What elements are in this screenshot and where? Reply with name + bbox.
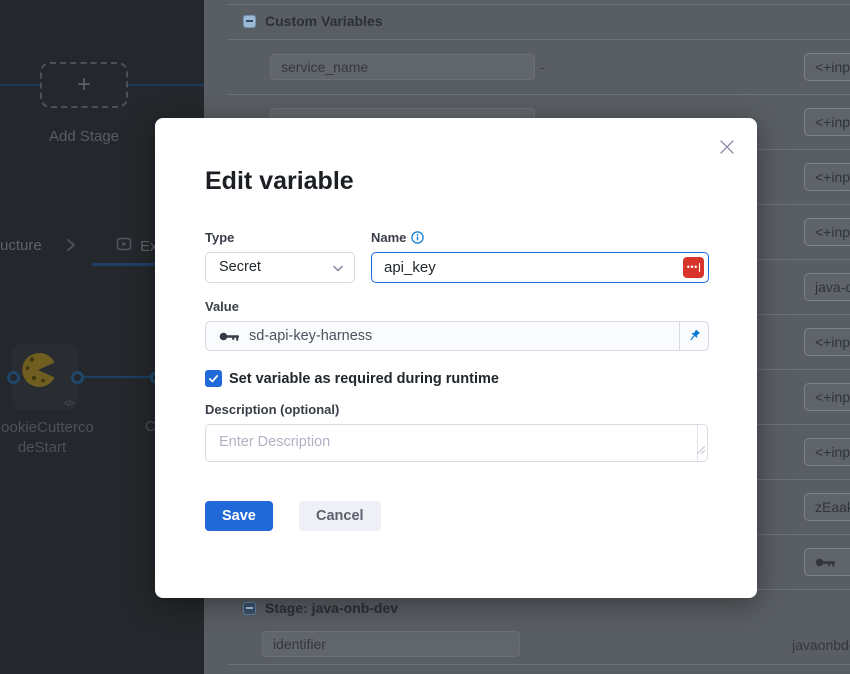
secret-value-text: sd-api-key-harness: [249, 328, 679, 344]
add-stage-button[interactable]: +: [40, 62, 128, 108]
close-icon[interactable]: [719, 139, 735, 155]
code-icon: </>: [64, 399, 74, 408]
type-select[interactable]: Secret: [205, 252, 355, 283]
description-field-wrap: [205, 424, 708, 462]
fixed-value-icon[interactable]: •••: [683, 257, 704, 278]
description-label: Description (optional): [205, 402, 339, 417]
checkbox-check-icon: [208, 373, 219, 384]
variable-value-input[interactable]: <+inp: [804, 218, 850, 246]
breadcrumb[interactable]: ucture: [0, 237, 42, 254]
type-label: Type: [205, 230, 234, 245]
edit-variable-dialog: Edit variable Type Name Secret ••• Value: [155, 118, 757, 598]
variable-value-input[interactable]: <+inp: [804, 328, 850, 356]
variable-value-input[interactable]: <+inp: [804, 163, 850, 191]
type-select-value: Secret: [219, 259, 261, 275]
save-button[interactable]: Save: [205, 501, 273, 531]
execution-tab-icon: [116, 236, 132, 256]
node-port[interactable]: [7, 371, 20, 384]
variable-value-input[interactable]: <+inp: [804, 108, 850, 136]
section-stage: Stage: java-onb-dev: [243, 600, 398, 616]
chevron-right-icon: [66, 238, 76, 257]
secret-value-field[interactable]: sd-api-key-harness: [205, 321, 709, 351]
divider: [228, 39, 850, 40]
variable-name-field[interactable]: identifier: [262, 631, 520, 657]
chevron-down-icon: [333, 265, 343, 272]
variable-value-input[interactable]: <+inpu: [804, 53, 850, 81]
name-input[interactable]: [371, 252, 709, 283]
required-checkbox[interactable]: [205, 370, 222, 387]
tab-execution[interactable]: Ex: [116, 236, 158, 256]
node-label: CookieCutterco deStart: [0, 418, 98, 458]
key-icon: [815, 557, 837, 568]
required-checkbox-label: Set variable as required during runtime: [229, 371, 499, 387]
variable-value-input[interactable]: <+inp: [804, 438, 850, 466]
name-label: Name: [371, 230, 424, 247]
collapse-minus-icon[interactable]: [243, 15, 256, 28]
variable-value-input[interactable]: <+inp: [804, 383, 850, 411]
description-textarea[interactable]: [205, 424, 708, 462]
collapse-minus-icon[interactable]: [243, 602, 256, 615]
cancel-button[interactable]: Cancel: [299, 501, 381, 531]
variable-value-input[interactable]: zEaak: [804, 493, 850, 521]
section-custom-variables: Custom Variables: [243, 13, 383, 29]
node-port[interactable]: [71, 371, 84, 384]
section-title: Custom Variables: [265, 13, 383, 29]
divider: [228, 94, 850, 95]
pipeline-step-node[interactable]: </>: [12, 344, 78, 410]
dialog-title: Edit variable: [205, 167, 354, 196]
key-icon: [219, 331, 241, 342]
variable-secret-value[interactable]: [804, 548, 850, 576]
section-title: Stage: java-onb-dev: [265, 600, 398, 616]
variable-name-field[interactable]: service_name: [270, 54, 535, 80]
info-icon[interactable]: [411, 231, 424, 247]
resize-handle-icon[interactable]: [696, 442, 706, 460]
cookie-icon: [21, 352, 57, 393]
divider: [228, 664, 850, 665]
value-label: Value: [205, 299, 239, 314]
add-stage-label: Add Stage: [0, 128, 168, 145]
variable-value-input[interactable]: java-o: [804, 273, 850, 301]
variable-description: -: [540, 59, 545, 75]
divider: [228, 4, 850, 5]
name-field-wrap: •••: [371, 252, 709, 283]
pin-icon[interactable]: [679, 322, 708, 350]
identifier-value: javaonbde: [792, 637, 850, 653]
app-screen: + Add Stage ucture Ex: [0, 0, 850, 674]
active-tab-indicator: [92, 263, 158, 266]
